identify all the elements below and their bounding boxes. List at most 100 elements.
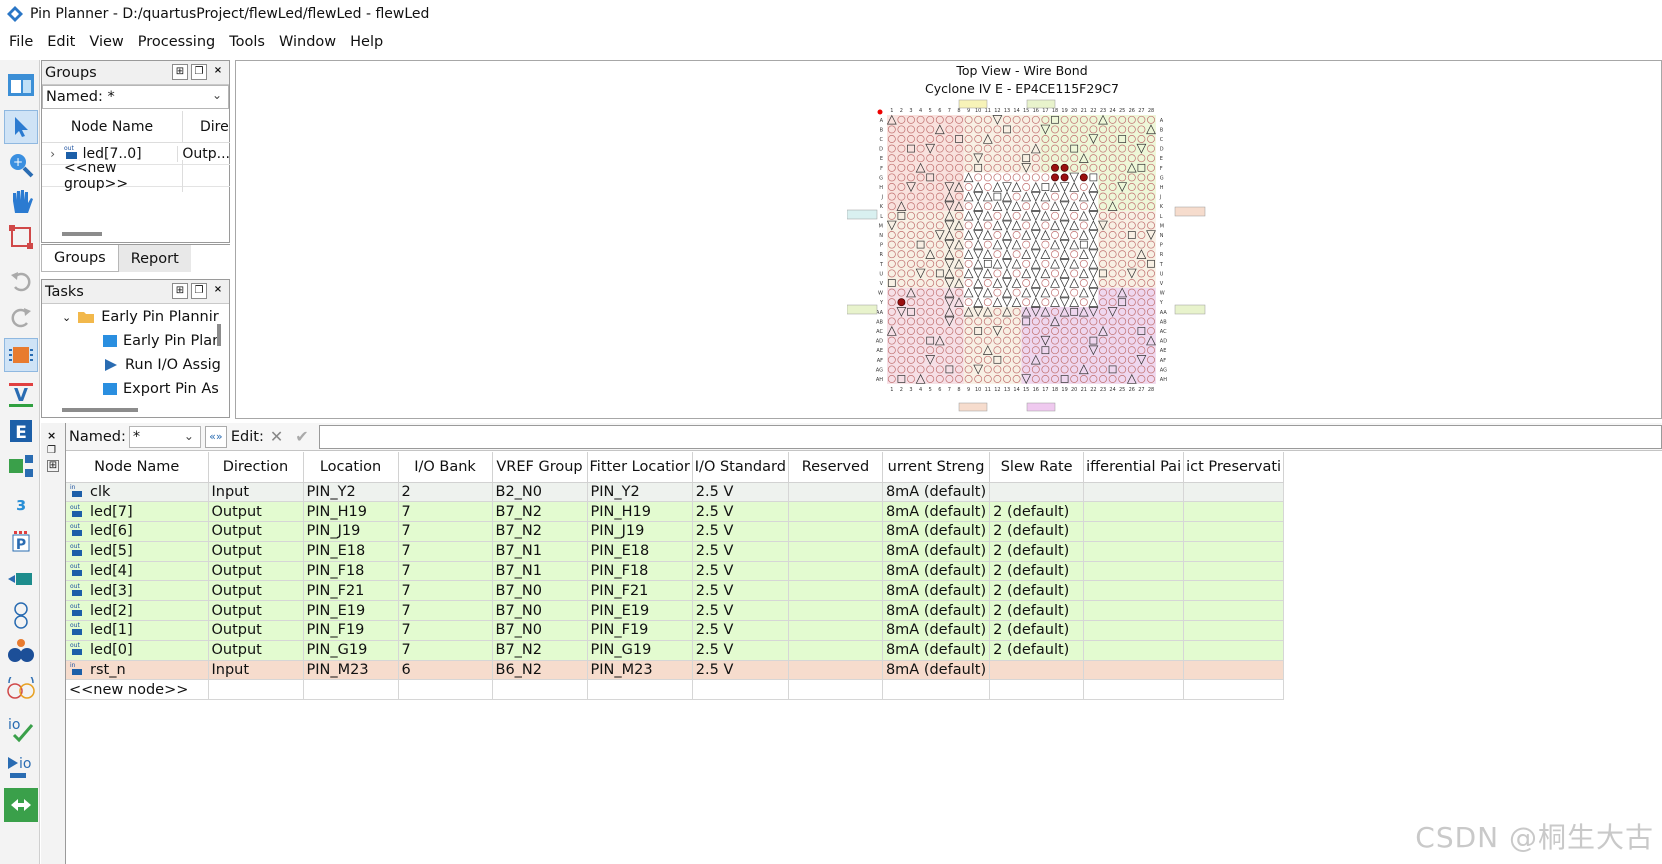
col-node-name[interactable]: Node Name (42, 110, 183, 143)
table-cell[interactable]: 8mA (default) (882, 521, 991, 542)
redo-icon[interactable] (4, 300, 38, 334)
table-cell[interactable]: 7 (398, 561, 493, 582)
table-cell[interactable] (1083, 640, 1185, 661)
table-cell[interactable]: 7 (398, 521, 493, 542)
table-cell[interactable]: PIN_Y2 (587, 482, 693, 503)
table-cell[interactable] (788, 660, 883, 681)
col-direction[interactable]: Dire (183, 119, 229, 135)
filter-wizard-icon[interactable]: «» (204, 425, 227, 448)
table-cell[interactable]: 2 (default) (989, 501, 1085, 523)
table-cell[interactable]: 2.5 V (692, 620, 789, 641)
table-cell[interactable]: 2 (default) (989, 561, 1085, 582)
table-cell[interactable]: 8mA (default) (882, 640, 991, 661)
new-node-entry[interactable]: <<new node>> (66, 679, 209, 701)
table-cell[interactable]: 7 (398, 501, 493, 523)
col-fitter-location[interactable]: Fitter Locatior (587, 452, 693, 483)
io-status-icon[interactable] (4, 598, 38, 632)
task-early-pin-planner[interactable]: Early Pin Plar (42, 329, 229, 353)
table-cell[interactable]: Output (208, 521, 304, 542)
table-cell[interactable] (1183, 501, 1285, 523)
table-cell[interactable] (1083, 679, 1185, 701)
table-row[interactable]: out led[3] Output PIN_F21 7 B7_N0 PIN_F21 2.5 V… (66, 580, 1285, 602)
table-row[interactable]: out led[2] Output PIN_E19 7 B7_N0 PIN_E19 2.5 V… (66, 600, 1285, 622)
table-cell[interactable] (208, 679, 304, 701)
package-view-icon[interactable] (4, 338, 38, 372)
table-cell[interactable] (788, 600, 883, 622)
close-icon[interactable]: × (47, 429, 56, 442)
tab-groups[interactable]: Groups (41, 245, 119, 272)
pll-view-icon[interactable]: P (4, 526, 38, 560)
table-cell[interactable]: 7 (398, 620, 493, 641)
package-pin[interactable] (1079, 173, 1088, 182)
table-cell[interactable] (788, 482, 883, 503)
table-cell[interactable] (1083, 482, 1185, 503)
table-cell[interactable]: B7_N2 (492, 640, 588, 661)
table-cell[interactable]: 8mA (default) (882, 600, 991, 622)
table-cell[interactable]: PIN_F21 (587, 580, 693, 602)
col-direction[interactable]: Direction (208, 452, 304, 483)
cell-node-name[interactable]: out led[3] (66, 580, 209, 602)
cell-node-name[interactable]: in rst_n (66, 660, 209, 681)
table-cell[interactable] (989, 679, 1085, 701)
table-cell[interactable]: PIN_E18 (303, 541, 399, 562)
chip-package-view[interactable]: Top View - Wire Bond Cyclone IV E - EP4C… (235, 60, 1662, 419)
table-cell[interactable]: 2 (default) (989, 640, 1085, 661)
table-cell[interactable]: 8mA (default) (882, 541, 991, 562)
menu-tools[interactable]: Tools (222, 34, 272, 50)
table-cell[interactable]: 2.5 V (692, 600, 789, 622)
table-cell[interactable]: 7 (398, 640, 493, 661)
chevron-down-icon[interactable]: ⌄ (62, 311, 71, 324)
table-cell[interactable]: 8mA (default) (882, 660, 991, 681)
fit-in-window-icon[interactable] (4, 220, 38, 254)
col-strict-preservation[interactable]: ict Preservati (1183, 452, 1285, 483)
table-cell[interactable]: 6 (398, 660, 493, 681)
pin-assign-icon[interactable] (4, 674, 38, 708)
table-cell[interactable]: 2 (default) (989, 521, 1085, 542)
table-cell[interactable] (1183, 482, 1285, 503)
vertical-scrollbar[interactable] (217, 324, 221, 346)
table-cell[interactable] (303, 679, 399, 701)
table-cell[interactable]: PIN_E19 (587, 600, 693, 622)
table-cell[interactable]: 2.5 V (692, 640, 789, 661)
table-cell[interactable]: 2 (398, 482, 493, 503)
table-cell[interactable]: 2 (default) (989, 600, 1085, 622)
table-cell[interactable]: B7_N0 (492, 600, 588, 622)
float-panel-icon[interactable]: ❐ (191, 64, 207, 80)
table-row[interactable]: <<new group>> (42, 159, 230, 192)
table-cell[interactable]: PIN_G19 (303, 640, 399, 661)
table-cell[interactable] (788, 541, 883, 562)
col-vref-group[interactable]: VREF Group (492, 452, 588, 483)
col-io-standard[interactable]: I/O Standard (692, 452, 789, 483)
table-cell[interactable]: 7 (398, 580, 493, 602)
table-cell[interactable]: PIN_F18 (587, 561, 693, 582)
table-cell[interactable] (989, 660, 1085, 681)
cell-node-name[interactable]: out led[0] (66, 640, 209, 661)
io-banks-icon[interactable]: V (4, 378, 38, 412)
table-cell[interactable]: PIN_M23 (587, 660, 693, 681)
table-cell[interactable]: 2.5 V (692, 541, 789, 562)
horizontal-scrollbar[interactable] (62, 232, 102, 236)
table-cell[interactable]: Output (208, 561, 304, 582)
table-cell[interactable] (1183, 521, 1285, 542)
table-cell[interactable] (1183, 660, 1285, 681)
package-pin[interactable] (897, 298, 906, 307)
zoom-icon[interactable]: + (4, 148, 38, 182)
cell-node-name[interactable]: out led[1] (66, 620, 209, 641)
package-pin[interactable] (1051, 163, 1059, 172)
pin-planner-view-icon[interactable] (4, 68, 38, 102)
table-cell[interactable] (989, 482, 1085, 503)
table-cell[interactable]: 8mA (default) (882, 580, 991, 602)
cell-node-name[interactable]: in clk (66, 482, 209, 503)
menu-processing[interactable]: Processing (131, 34, 222, 50)
table-cell[interactable] (492, 679, 588, 701)
table-cell[interactable]: B6_N2 (492, 660, 588, 681)
table-row[interactable]: out led[5] Output PIN_E18 7 B7_N1 PIN_E18 2.5 V… (66, 541, 1285, 562)
table-cell[interactable] (1183, 640, 1285, 661)
table-row[interactable]: out led[7] Output PIN_H19 7 B7_N2 PIN_H19 2.5 V… (66, 501, 1285, 523)
close-panel-icon[interactable]: × (210, 64, 226, 80)
table-cell[interactable]: 2.5 V (692, 660, 789, 681)
select-tool-icon[interactable] (4, 110, 38, 144)
filter-named-combo[interactable]: * ⌄ (128, 425, 201, 448)
table-row[interactable]: out led[4] Output PIN_F18 7 B7_N1 PIN_F18 2.5 V… (66, 561, 1285, 582)
table-cell[interactable] (788, 640, 883, 661)
